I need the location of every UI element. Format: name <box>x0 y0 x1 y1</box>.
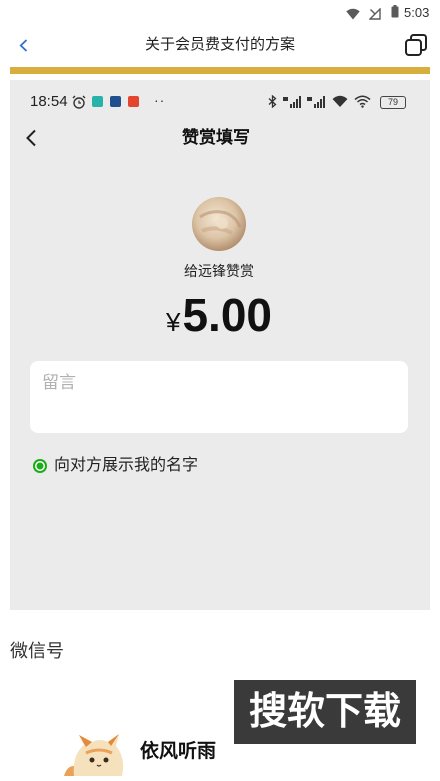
reward-amount: ¥ 5.00 <box>10 287 428 343</box>
wifi-icon <box>354 95 371 113</box>
wifi-icon <box>332 95 348 113</box>
recipient-avatar <box>192 197 246 251</box>
author-avatar <box>64 733 130 781</box>
wechat-id-heading: 微信号 <box>10 641 64 661</box>
page-title: 关于会员费支付的方案 <box>144 36 295 53</box>
app-icon <box>128 96 139 107</box>
app-icon <box>110 96 121 107</box>
message-placeholder: 留言 <box>42 373 76 392</box>
app-icon <box>92 96 103 107</box>
amount-value: 5.00 <box>182 289 272 341</box>
author-card[interactable]: 依风听雨 <box>60 733 260 776</box>
show-name-checkbox <box>33 459 47 473</box>
accent-divider <box>10 67 430 74</box>
alarm-icon <box>72 95 86 114</box>
battery-level: 79 <box>380 96 406 109</box>
battery-icon <box>391 5 399 23</box>
bluetooth-icon <box>268 94 277 113</box>
watermark: 搜软下载 <box>234 680 416 744</box>
recipient-label: 给远锋赞赏 <box>184 263 254 279</box>
embedded-screenshot[interactable]: 18:54 ·· 79 赞赏填写 给远锋赞赏 ¥ 5.00 留言 向对方展示我的… <box>10 80 430 610</box>
wifi-icon <box>346 7 360 25</box>
copy-icon <box>405 34 427 56</box>
author-name: 依风听雨 <box>140 741 217 762</box>
signal-icon <box>283 95 303 113</box>
copy-button[interactable] <box>404 33 428 62</box>
device-clock: 5:03 <box>404 5 430 20</box>
message-field: 留言 <box>30 361 408 433</box>
signal-off-icon <box>368 7 381 25</box>
back-button[interactable] <box>19 39 28 57</box>
signal-icon <box>307 95 327 113</box>
more-notifications-indicator: ·· <box>154 92 166 108</box>
embedded-page-title: 赞赏填写 <box>182 128 250 147</box>
embedded-clock: 18:54 <box>30 93 68 110</box>
chevron-left-icon <box>19 39 28 52</box>
show-name-label: 向对方展示我的名字 <box>54 457 199 474</box>
currency-symbol: ¥ <box>166 307 181 337</box>
